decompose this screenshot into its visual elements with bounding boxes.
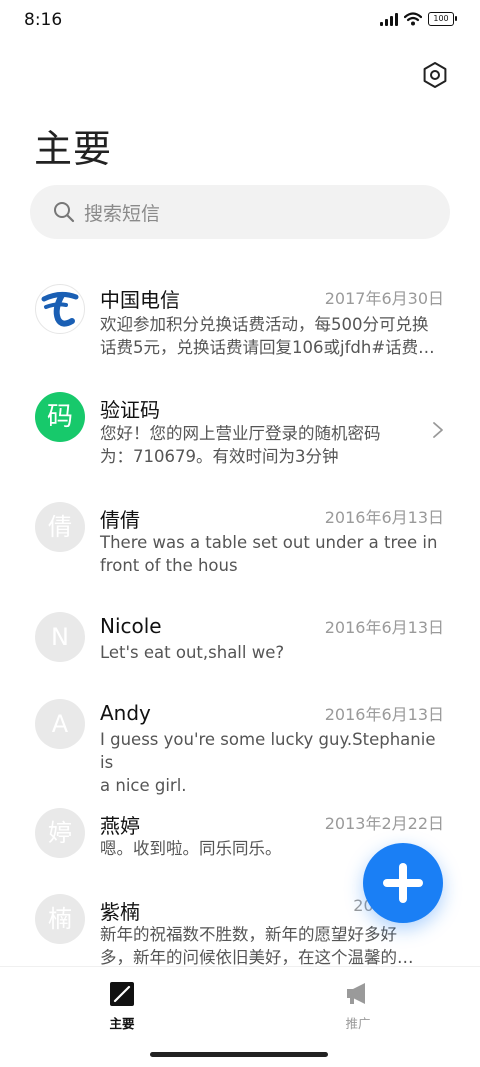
message-sender: Andy [100,701,151,725]
message-date: 2016年6月13日 [324,618,444,637]
home-indicator[interactable] [150,1052,328,1057]
message-date: 2016年6月13日 [324,705,444,724]
avatar: 婷 [35,808,85,858]
avatar: 码 [35,392,85,442]
message-sender: 燕婷 [100,814,140,838]
signal-icon [380,12,398,26]
search-placeholder: 搜索短信 [84,203,161,225]
message-preview: There was a table set out under a tree i… [100,533,438,575]
message-preview: 欢迎参加积分兑换话费活动，每500分可兑换 话费5元，兑换话费请回复106或jf… [100,315,435,357]
message-date: 2016年6月13日 [324,508,444,527]
status-time: 8:16 [24,10,63,30]
message-preview: 新年的祝福数不胜数，新年的愿望好多好 多，新年的问候依旧美好，在这个温馨的… [100,925,414,967]
settings-hexagon-icon [423,62,447,88]
status-icons: 100 [380,12,457,26]
tab-main-label: 主要 [109,1016,135,1031]
message-item-china-telecom[interactable]: 中国电信 2017年6月30日 欢迎参加积分兑换话费活动，每500分可兑换 话费… [0,270,480,370]
china-telecom-logo-icon [35,284,85,334]
message-sender: Nicole [100,614,162,638]
message-item-nicole[interactable]: N Nicole 2016年6月13日 Let's eat out,shall … [0,600,480,680]
avatar: 楠 [35,894,85,944]
avatar: A [35,699,85,749]
message-sender: 紫楠 [100,900,140,924]
message-sender: 倩倩 [100,508,140,532]
message-preview: I guess you're some lucky guy.Stephanie … [100,730,436,795]
message-date: 2017年6月30日 [324,289,444,308]
avatar: N [35,612,85,662]
tab-promotion-label: 推广 [345,1016,371,1031]
message-item-verify-code[interactable]: 码 验证码 您好！您的网上营业厅登录的随机密码 为：710679。有效时间为3分… [0,380,480,480]
chevron-right-icon [433,422,443,438]
message-date: 2013年2月22日 [324,814,444,833]
tab-main[interactable]: 主要 [82,981,162,1032]
message-item-qianqian[interactable]: 倩 倩倩 2016年6月13日 There was a table set ou… [0,490,480,590]
message-sender: 中国电信 [100,288,180,312]
battery-icon: 100 [428,12,457,26]
megaphone-icon [347,983,365,1004]
wifi-icon [404,12,422,26]
message-sender: 验证码 [100,398,160,422]
message-preview: Let's eat out,shall we? [100,643,285,662]
search-icon [54,202,75,223]
tab-promotion[interactable]: 推广 [318,981,398,1032]
settings-button[interactable] [420,60,450,90]
new-message-button[interactable] [363,843,443,923]
page-title: 主要 [34,127,113,171]
status-bar: 8:16 100 [0,0,480,40]
message-preview: 您好！您的网上营业厅登录的随机密码 为：710679。有效时间为3分钟 [100,424,381,466]
compose-icon [110,982,134,1006]
message-item-andy[interactable]: A Andy 2016年6月13日 I guess you're some lu… [0,687,480,795]
avatar: 倩 [35,502,85,552]
